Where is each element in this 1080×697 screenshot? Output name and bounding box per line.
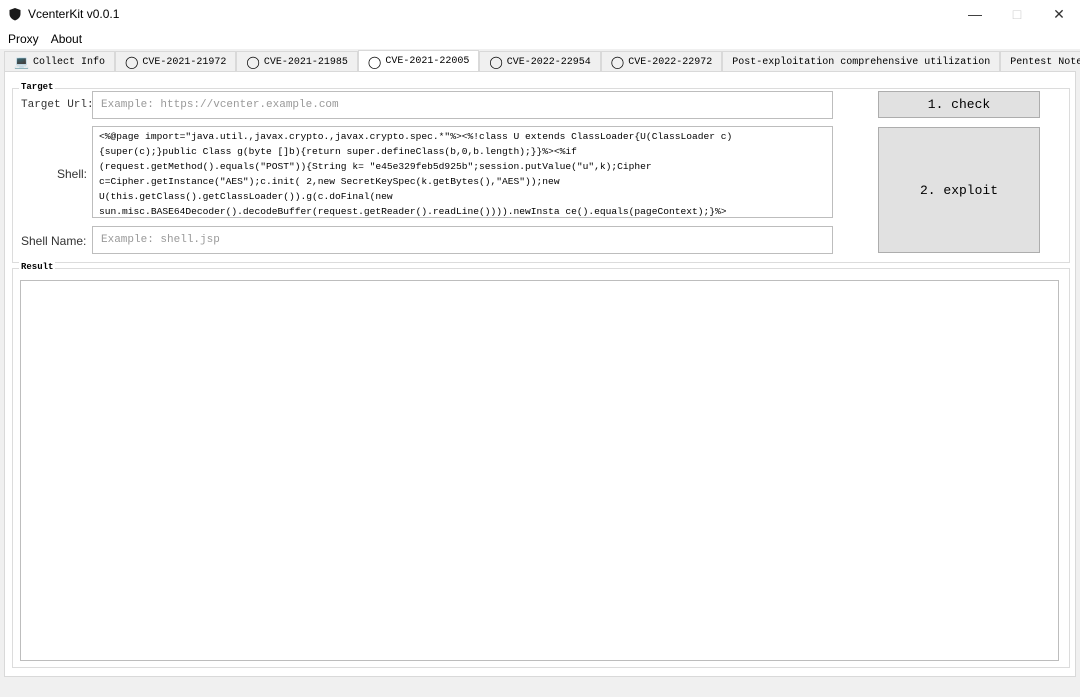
shield-icon: ◯	[489, 55, 503, 69]
menu-proxy[interactable]: Proxy	[8, 32, 39, 46]
target-url-label: Target Url:	[21, 99, 94, 111]
tab-collect-info[interactable]: 💻 Collect Info	[4, 51, 115, 72]
shell-name-input[interactable]: Example: shell.jsp	[92, 226, 833, 254]
shield-icon: ◯	[610, 55, 625, 69]
shell-label: Shell:	[57, 167, 88, 181]
tab-cve-2022-22972[interactable]: ◯ CVE-2022-22972	[600, 51, 723, 72]
tab-panel: Target Target Url: Example: https://vcen…	[4, 71, 1076, 677]
title-bar: VcenterKit v0.0.1 — □ ✕	[0, 0, 1080, 28]
minimize-button[interactable]: —	[954, 0, 996, 28]
tab-cve-2021-21985[interactable]: ◯ CVE-2021-21985	[236, 51, 358, 72]
tab-cve-2022-22954[interactable]: ◯ CVE-2022-22954	[479, 51, 601, 72]
window-title: VcenterKit v0.0.1	[28, 7, 120, 21]
tab-cve-2021-21972[interactable]: ◯ CVE-2021-21972	[114, 51, 237, 72]
menu-about[interactable]: About	[51, 32, 82, 46]
target-legend: Target	[19, 82, 56, 92]
shield-logo-icon	[9, 8, 21, 21]
result-legend: Result	[19, 262, 56, 272]
result-textarea[interactable]	[20, 280, 1059, 661]
check-button[interactable]: 1. check	[878, 91, 1040, 118]
tab-pentest-notebook[interactable]: Pentest Notebook	[1000, 51, 1080, 72]
tab-cve-2021-22005[interactable]: ◯ CVE-2021-22005	[357, 50, 480, 72]
shell-name-label: Shell Name:	[21, 234, 87, 248]
shell-textarea[interactable]: <%@page import="java.util.,javax.crypto.…	[92, 126, 833, 218]
menu-bar: Proxy About	[0, 28, 1080, 49]
shield-icon: ◯	[246, 55, 260, 69]
laptop-icon: 💻	[14, 55, 29, 69]
tab-bar: 💻 Collect Info ◯ CVE-2021-21972 ◯ CVE-2021-…	[4, 50, 1080, 72]
tab-post-exploitation[interactable]: Post-exploitation comprehensive utilizat…	[722, 51, 1001, 72]
shield-icon: ◯	[367, 54, 382, 69]
status-bar	[0, 678, 1080, 697]
exploit-button[interactable]: 2. exploit	[878, 127, 1040, 253]
target-url-input[interactable]: Example: https://vcenter.example.com	[92, 91, 833, 119]
shield-icon: ◯	[124, 55, 139, 69]
maximize-button[interactable]: □	[996, 0, 1038, 28]
close-button[interactable]: ✕	[1038, 0, 1080, 28]
